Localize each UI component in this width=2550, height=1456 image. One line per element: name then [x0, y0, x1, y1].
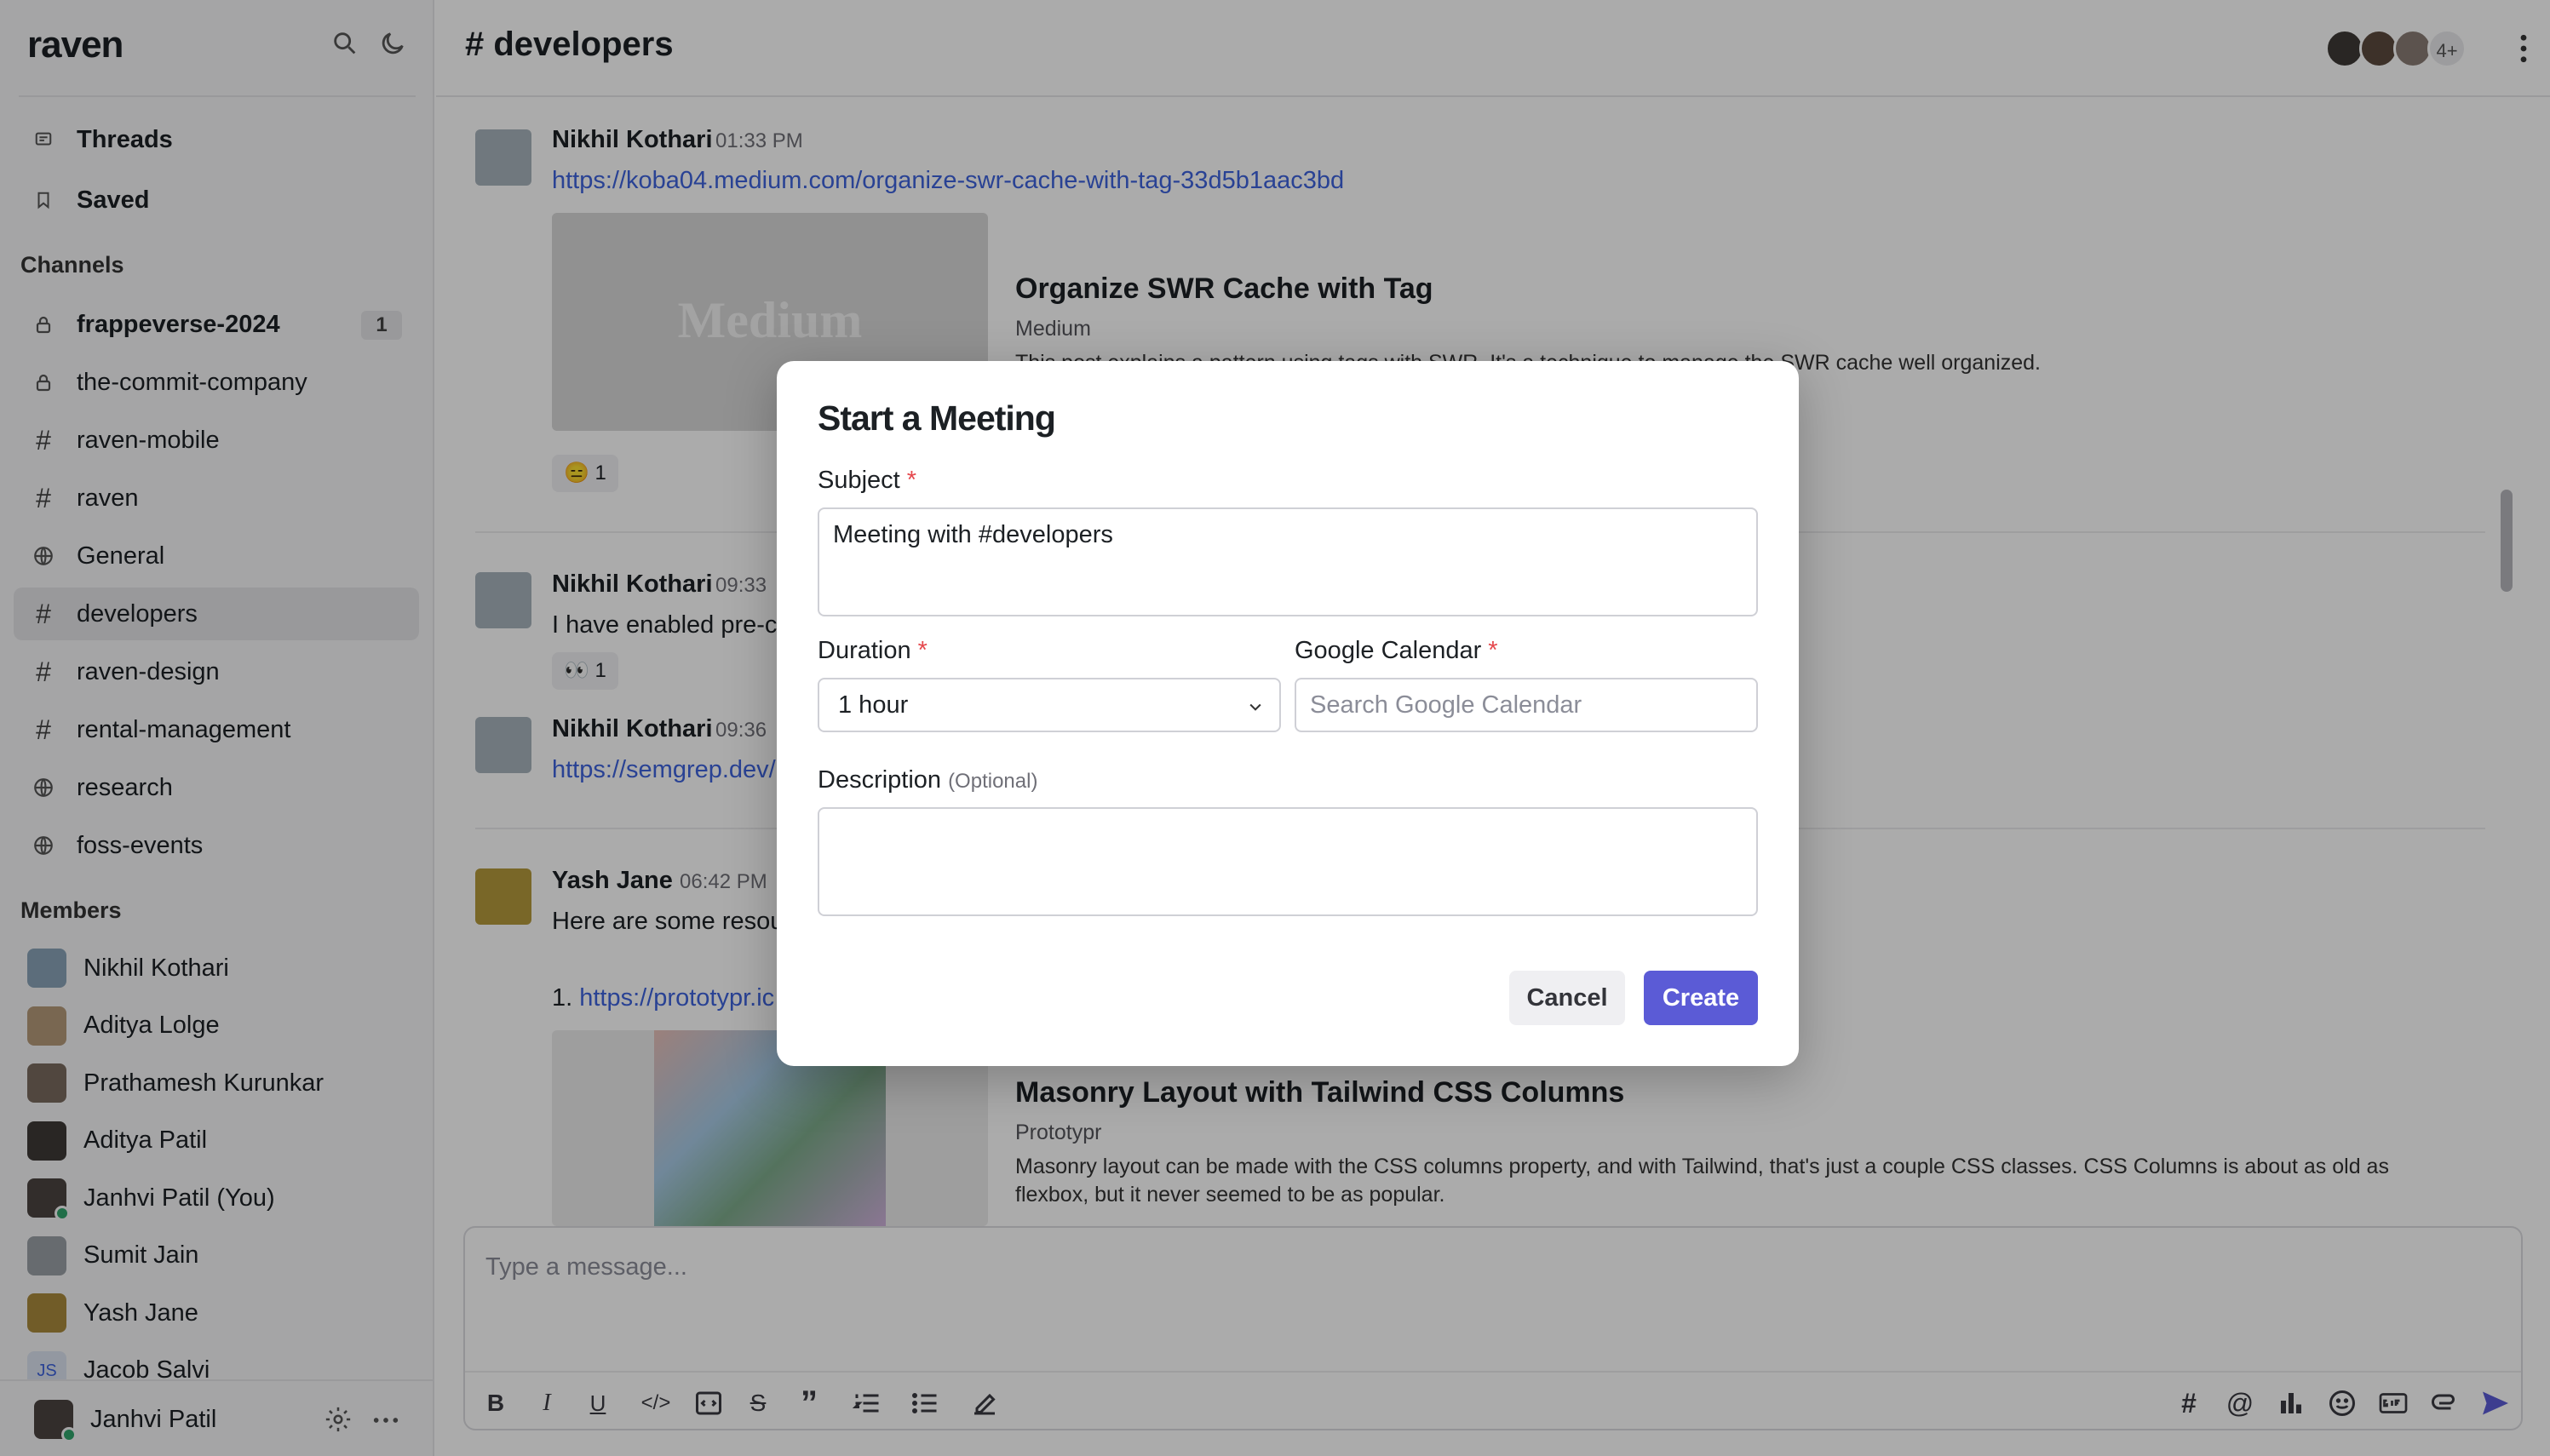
required-mark: * — [906, 467, 917, 494]
subject-field[interactable]: Meeting with #developers — [818, 507, 1758, 616]
duration-label-text: Duration — [818, 637, 911, 664]
google-calendar-search-input[interactable]: Search Google Calendar — [1295, 678, 1758, 732]
subject-label-text: Subject — [818, 467, 900, 494]
cancel-button[interactable]: Cancel — [1509, 971, 1625, 1025]
duration-label: Duration * — [818, 637, 928, 665]
optional-hint: (Optional) — [948, 770, 1038, 793]
required-mark: * — [917, 637, 928, 664]
description-label-text: Description — [818, 766, 942, 794]
duration-value: 1 hour — [838, 691, 909, 719]
description-field[interactable] — [818, 807, 1758, 916]
duration-select[interactable]: 1 hour — [818, 678, 1281, 732]
google-calendar-label-text: Google Calendar — [1295, 637, 1482, 664]
required-mark: * — [1488, 637, 1498, 664]
description-label: Description (Optional) — [818, 766, 1037, 794]
dialog-title: Start a Meeting — [818, 398, 1056, 438]
chevron-down-icon — [1249, 703, 1261, 711]
subject-label: Subject * — [818, 467, 916, 495]
create-button[interactable]: Create — [1644, 971, 1758, 1025]
google-calendar-label: Google Calendar * — [1295, 637, 1498, 665]
start-meeting-dialog: Start a Meeting Subject * Meeting with #d… — [777, 361, 1799, 1066]
